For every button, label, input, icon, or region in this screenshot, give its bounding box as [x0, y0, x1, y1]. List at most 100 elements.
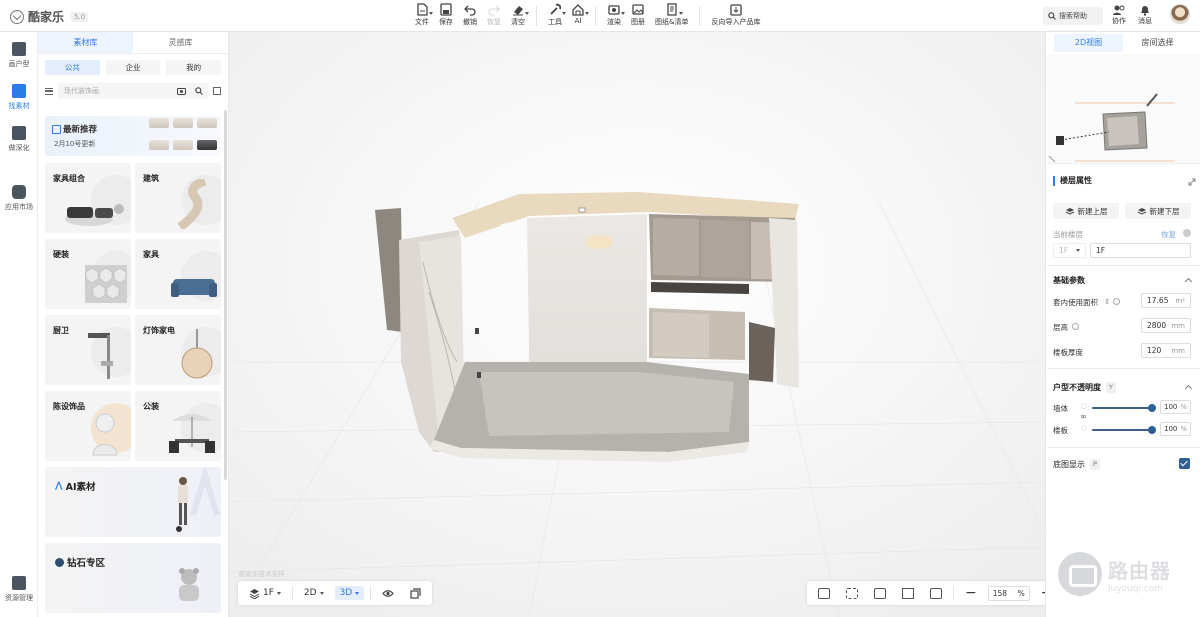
display-mode-button[interactable] [405, 586, 426, 601]
scene-canvas[interactable] [229, 32, 1045, 617]
new-upper-floor-button[interactable]: 新建上层 [1053, 203, 1119, 219]
reverse-import-button[interactable]: 反向导入产品库 [706, 3, 765, 29]
info-icon[interactable] [1113, 298, 1120, 305]
visibility-button[interactable] [377, 587, 399, 600]
height-input[interactable]: 2800 mm [1141, 318, 1191, 333]
reset-link[interactable]: 恢复 [1161, 229, 1176, 240]
grid-view-icon[interactable] [213, 87, 221, 95]
area-label: 套内使用面积 [1053, 298, 1098, 307]
floor-name-input[interactable]: 1F [1090, 243, 1191, 258]
area-input[interactable]: 17.65 m² [1141, 293, 1191, 308]
cube-view-icon [410, 587, 421, 599]
category-furniture[interactable]: 家具 [135, 239, 221, 309]
scope-mine[interactable]: 我的 [166, 60, 222, 75]
user-avatar[interactable] [1170, 4, 1190, 24]
rail-item-materials[interactable]: 找素材 [0, 84, 38, 111]
rail-item-resources[interactable]: 资源管理 [0, 576, 38, 603]
category-lighting-appliance[interactable]: 灯饰家电 [135, 315, 221, 385]
sort-icon[interactable]: ⇕ [1104, 297, 1110, 306]
category-architecture[interactable]: 建筑 [135, 163, 221, 233]
info-icon[interactable] [1072, 323, 1079, 330]
slab-opacity-input[interactable]: 100% [1160, 422, 1191, 436]
zoom-in-button[interactable]: + [1036, 583, 1045, 603]
panel-scrollbar[interactable] [224, 110, 227, 480]
wall-opacity-slider[interactable] [1092, 404, 1156, 412]
material-search-row: 现代装饰画 [38, 81, 228, 101]
base-display-checkbox[interactable] [1179, 458, 1190, 469]
3d-viewport[interactable]: 酷家乐技术支持 1F 2D 3D − 158 % [229, 32, 1045, 617]
slab-opacity-slider[interactable] [1092, 426, 1156, 434]
ai-materials-card[interactable]: ⋀ AI素材 [45, 467, 221, 537]
material-search-input[interactable]: 现代装饰画 [58, 83, 208, 99]
furniture-set-thumb [65, 204, 124, 226]
screenshot-button[interactable] [813, 586, 835, 601]
messages-button[interactable]: 消息 [1138, 4, 1152, 26]
app-logo[interactable]: 酷家乐 5.0 [10, 8, 89, 25]
clear-button[interactable]: 清空 [506, 3, 530, 29]
shower-thumb [88, 333, 113, 379]
category-ornaments[interactable]: 陈设饰品 [45, 391, 131, 461]
new-lower-floor-button[interactable]: 新建下层 [1125, 203, 1191, 219]
shortcut-key: P [1090, 459, 1100, 470]
file-button[interactable]: 文件 [410, 3, 434, 29]
fit-view-button[interactable] [897, 586, 919, 601]
thickness-input[interactable]: 120 mm [1141, 343, 1191, 358]
zoom-input[interactable]: 158 % [987, 585, 1030, 601]
undo-button[interactable]: 撤销 [458, 3, 482, 29]
camera-settings-button[interactable] [869, 586, 891, 601]
expand-icon[interactable] [1188, 178, 1196, 186]
render-button[interactable]: 渲染 [602, 3, 626, 29]
slab-slider-knob[interactable] [1148, 426, 1156, 434]
save-icon [440, 3, 452, 16]
search-icon[interactable] [195, 87, 203, 95]
collapse-chevron-icon[interactable] [1184, 277, 1193, 286]
diamond-zone-card[interactable]: 钻石专区 [45, 543, 221, 613]
drawing-list-button[interactable]: 图纸&清单 [650, 3, 693, 29]
collapse-chevron-icon[interactable] [1184, 384, 1193, 393]
view-tabs: 2D视图 房间选择 [1054, 34, 1192, 52]
category-hard-decor[interactable]: 硬装 [45, 239, 131, 309]
ai-button[interactable]: AI [567, 3, 589, 29]
camera-search-icon[interactable] [177, 87, 186, 95]
tab-material-library[interactable]: 素材库 [38, 32, 133, 53]
floor-selector[interactable]: 1F [244, 586, 286, 601]
floor-view-bar: 1F 2D 3D [238, 581, 433, 605]
image-icon [818, 587, 830, 599]
category-furniture-set[interactable]: 家具组合 [45, 163, 131, 233]
tab-2d-view[interactable]: 2D视图 [1054, 34, 1123, 52]
rail-item-app-market[interactable]: 应用市场 [0, 185, 38, 212]
view-2d-button[interactable]: 2D [299, 586, 329, 600]
redo-button[interactable]: 恢复 [482, 3, 506, 29]
album-button[interactable]: 图册 [626, 3, 650, 29]
wall-opacity-input[interactable]: 100% [1160, 400, 1191, 414]
minimap-canvas [1048, 93, 1175, 163]
zoom-out-button[interactable]: − [960, 583, 982, 603]
category-commercial[interactable]: 公装 [135, 391, 221, 461]
rail-item-deepen[interactable]: 做深化 [0, 126, 38, 153]
floor-index-select[interactable]: 1F [1053, 243, 1086, 258]
eraser-icon [512, 3, 529, 16]
puzzle-icon [12, 185, 26, 199]
search-help-input[interactable]: 搜索帮助 [1043, 7, 1103, 25]
category-kitchen-bath[interactable]: 厨卫 [45, 315, 131, 385]
ai-deco-icon [190, 467, 220, 516]
tools-button[interactable]: 工具 [543, 3, 567, 29]
save-button[interactable]: 保存 [434, 3, 458, 29]
sofa-icon [12, 84, 26, 98]
list-icon[interactable] [45, 87, 53, 95]
link-icon[interactable]: ∞ [1080, 412, 1087, 421]
rail-item-floorplan[interactable]: 画户型 [0, 42, 38, 69]
minimap[interactable] [1047, 54, 1200, 164]
featured-card[interactable]: 最新推荐 2月10号更新 [45, 116, 221, 156]
zoom-area-button[interactable] [925, 586, 947, 601]
tab-inspiration[interactable]: 灵感库 [133, 32, 228, 53]
collab-button[interactable]: 协作 [1112, 4, 1126, 26]
view-3d-button[interactable]: 3D [334, 586, 365, 600]
scope-enterprise[interactable]: 企业 [105, 60, 161, 75]
scope-public[interactable]: 公共 [45, 60, 100, 75]
info-icon[interactable] [1183, 229, 1191, 237]
bear-figure-thumb [179, 568, 199, 601]
tab-room-select[interactable]: 房间选择 [1123, 34, 1192, 52]
view-switch-button[interactable] [841, 586, 863, 601]
wall-slider-knob[interactable] [1148, 404, 1156, 412]
